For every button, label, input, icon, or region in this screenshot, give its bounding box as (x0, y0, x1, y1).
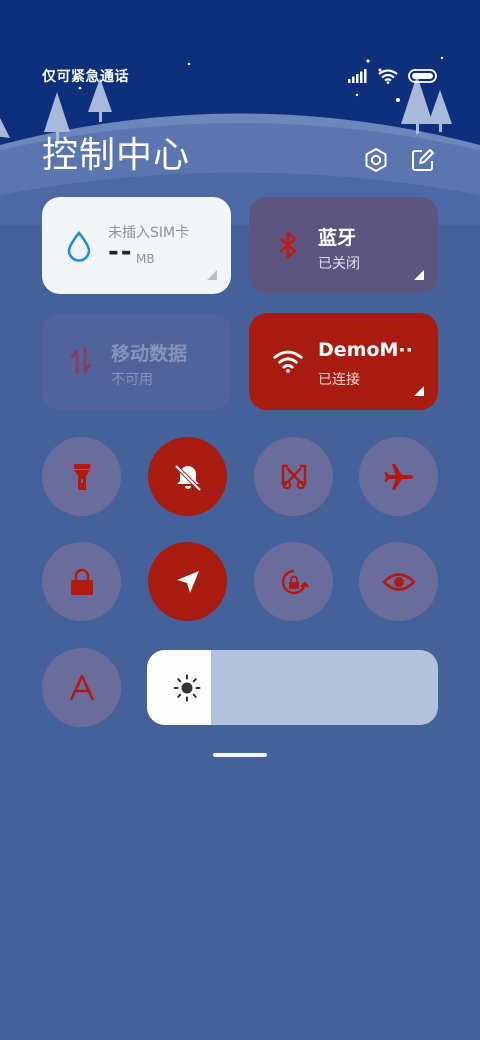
lock-icon (70, 568, 93, 595)
flashlight-icon (73, 463, 90, 490)
data-usage-value: -- (108, 237, 134, 267)
mobile-data-status: 不可用 (111, 372, 153, 388)
data-arrows-icon (70, 347, 92, 375)
battery-icon (408, 69, 437, 83)
bluetooth-icon (279, 231, 297, 259)
data-usage-unit: MB (136, 252, 155, 266)
expand-corner-icon (414, 386, 424, 396)
mute-toggle[interactable] (148, 437, 227, 516)
settings-icon (365, 147, 387, 173)
lock-screen-toggle[interactable] (42, 542, 121, 621)
water-drop-icon (67, 230, 91, 262)
signal-icon (348, 69, 367, 83)
airplane-mode-toggle[interactable] (359, 437, 438, 516)
wifi-icon (273, 350, 303, 373)
sim-data-tile[interactable]: 未插入SIM卡 -- MB (42, 197, 231, 294)
mobile-data-tile[interactable]: 移动数据 不可用 (42, 313, 231, 410)
wifi-network-name: DemoM·· (318, 339, 413, 361)
bluetooth-status: 已关闭 (318, 256, 360, 272)
navigation-arrow-icon (176, 570, 199, 593)
auto-rotate-toggle[interactable] (254, 542, 333, 621)
status-icons (348, 66, 438, 86)
bluetooth-title: 蓝牙 (318, 227, 357, 249)
bluetooth-tile[interactable]: 蓝牙 已关闭 (249, 197, 438, 294)
bell-off-icon (174, 464, 201, 491)
settings-button[interactable] (362, 146, 390, 174)
brightness-slider[interactable] (147, 650, 438, 725)
sun-icon (173, 674, 201, 702)
carrier-status: 仅可紧急通话 (42, 69, 129, 85)
eye-icon (381, 572, 416, 591)
edit-icon (412, 149, 434, 171)
drag-handle[interactable] (213, 753, 267, 757)
expand-corner-icon (207, 270, 217, 280)
wifi-status: 已连接 (318, 372, 360, 388)
location-toggle[interactable] (148, 542, 227, 621)
scissors-icon (281, 464, 306, 489)
edit-button[interactable] (409, 146, 437, 174)
expand-corner-icon (414, 270, 424, 280)
mobile-data-title: 移动数据 (111, 343, 188, 365)
wifi-icon (378, 68, 398, 84)
font-size-toggle[interactable] (42, 648, 121, 727)
page-title: 控制中心 (42, 135, 191, 176)
letter-a-icon (69, 674, 94, 701)
screenshot-toggle[interactable] (254, 437, 333, 516)
flashlight-toggle[interactable] (42, 437, 121, 516)
wifi-tile[interactable]: DemoM·· 已连接 (249, 313, 438, 410)
rotation-lock-icon (281, 569, 309, 594)
airplane-icon (384, 463, 413, 490)
reading-mode-toggle[interactable] (359, 542, 438, 621)
